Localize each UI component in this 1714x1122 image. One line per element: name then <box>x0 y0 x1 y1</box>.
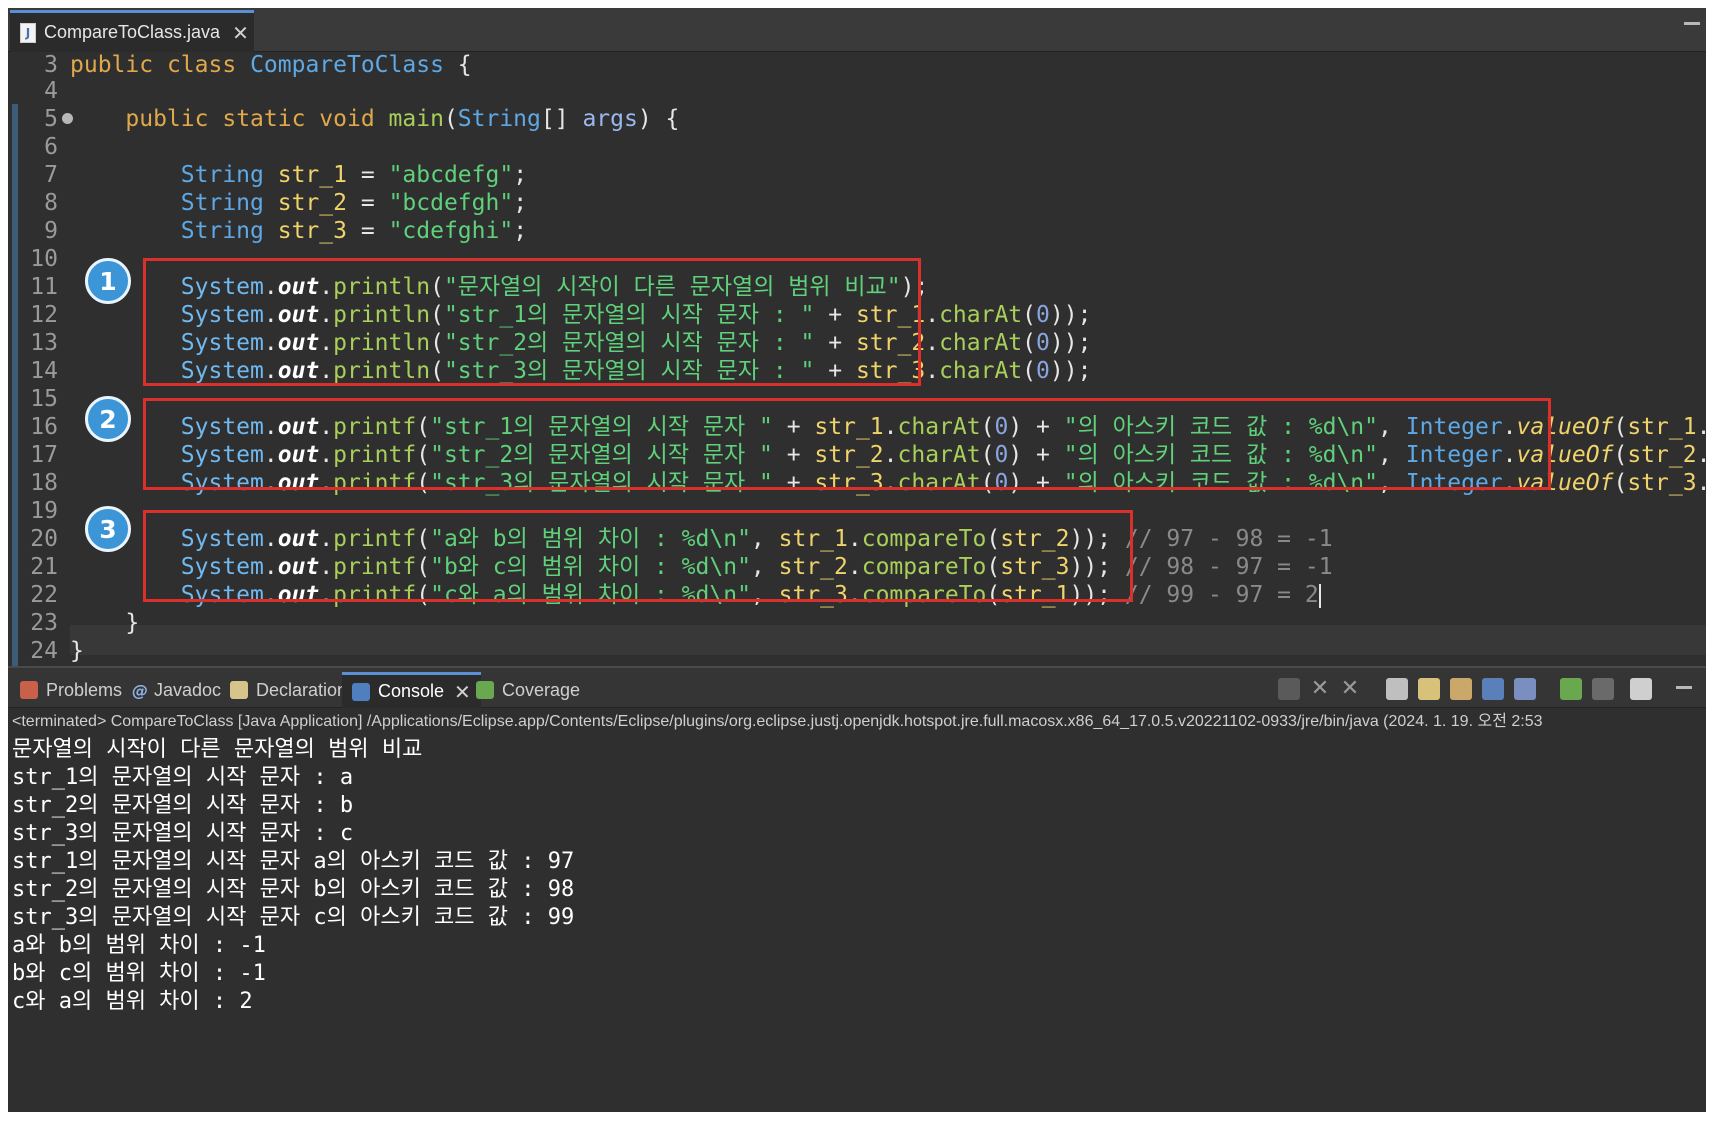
line-number: 18 <box>30 470 58 496</box>
line-number: 11 <box>30 274 58 300</box>
javadoc-icon: @ <box>132 681 148 700</box>
close-icon[interactable]: ✕ <box>232 21 249 45</box>
line-number: 6 <box>44 134 58 160</box>
word-wrap-icon[interactable] <box>1450 678 1472 700</box>
line-number: 14 <box>30 358 58 384</box>
problems-icon <box>20 681 38 699</box>
minimize-icon[interactable] <box>1684 22 1700 25</box>
line-number: 24 <box>30 638 58 664</box>
code-line-23: } <box>125 610 140 636</box>
code-line-3: public class CompareToClass { <box>70 52 472 78</box>
line-number: 7 <box>44 162 58 188</box>
line-number: 16 <box>30 414 58 440</box>
console-line: str_2의 문자열의 시작 문자 : b <box>12 793 354 818</box>
code-line-5: public static void main(String[] args) { <box>125 106 680 132</box>
console-status-line: <terminated> CompareToClass [Java Applic… <box>12 713 1543 730</box>
console-line: b와 c의 범위 차이 : -1 <box>12 961 266 986</box>
remove-launch-icon[interactable]: ✕ <box>1308 676 1332 702</box>
console-output[interactable]: <terminated> CompareToClass [Java Applic… <box>8 708 1706 1112</box>
tab-problems[interactable]: Problems <box>14 672 128 708</box>
step-badge-1: 1 <box>85 258 131 304</box>
display-console-icon[interactable] <box>1592 678 1614 700</box>
console-line: str_3의 문자열의 시작 문자 c의 아스키 코드 값 : 99 <box>12 905 575 930</box>
line-number: 22 <box>30 582 58 608</box>
line-number: 12 <box>30 302 58 328</box>
highlight-box-2 <box>143 398 1551 490</box>
line-number: 15 <box>30 386 58 412</box>
console-icon <box>352 682 370 701</box>
line-number: 19 <box>30 498 58 524</box>
open-console-icon[interactable] <box>1630 678 1652 700</box>
text-caret <box>1318 583 1321 608</box>
editor-tab-title: CompareToClass.java <box>44 22 221 42</box>
code-editor[interactable]: 3 4 5 6 7 8 9 10 11 12 13 14 15 16 17 18… <box>8 52 1706 714</box>
line-number: 23 <box>30 610 58 636</box>
console-line: c와 a의 범위 차이 : 2 <box>12 989 253 1014</box>
code-line-7: String str_1 = "abcdefg"; <box>180 162 528 188</box>
line-number-gutter: 3 4 5 6 7 8 9 10 11 12 13 14 15 16 17 18… <box>18 52 73 714</box>
step-badge-2: 2 <box>85 396 131 442</box>
highlight-box-3 <box>143 510 1133 602</box>
line-number: 13 <box>30 330 58 356</box>
declaration-icon <box>230 681 248 699</box>
close-icon[interactable]: ✕ <box>454 680 471 704</box>
tab-javadoc[interactable]: @ Javadoc <box>126 672 227 708</box>
panel-tab-bar: Problems @ Javadoc Declaration Console ✕… <box>8 666 1706 708</box>
pin-console-icon[interactable] <box>1560 678 1582 700</box>
line-number: 10 <box>30 246 58 272</box>
terminate-icon[interactable] <box>1278 678 1300 700</box>
coverage-icon <box>476 681 494 699</box>
line-number: 9 <box>44 218 58 244</box>
console-line: str_2의 문자열의 시작 문자 b의 아스키 코드 값 : 98 <box>12 877 575 902</box>
show-on-stdout-icon[interactable] <box>1482 678 1504 700</box>
remove-all-terminated-icon[interactable]: ✕ <box>1338 676 1362 702</box>
clear-console-icon[interactable] <box>1386 678 1408 700</box>
code-line-24: } <box>70 638 84 664</box>
eclipse-window: J CompareToClass.java ✕ 3 4 5 6 7 8 9 10… <box>8 8 1706 1112</box>
console-line: a와 b의 범위 차이 : -1 <box>12 933 266 958</box>
code-line-8: String str_2 = "bcdefgh"; <box>180 190 528 216</box>
scroll-lock-icon[interactable] <box>1418 678 1440 700</box>
show-on-stderr-icon[interactable] <box>1514 678 1536 700</box>
line-number: 4 <box>44 78 58 104</box>
line-number: 20 <box>30 526 58 552</box>
line-number: 8 <box>44 190 58 216</box>
step-badge-3: 3 <box>85 506 131 552</box>
console-line: str_1의 문자열의 시작 문자 : a <box>12 765 354 790</box>
console-line: str_3의 문자열의 시작 문자 : c <box>12 821 354 846</box>
console-line: 문자열의 시작이 다른 문자열의 범위 비교 <box>12 737 423 762</box>
minimize-icon[interactable] <box>1676 686 1692 689</box>
code-line-9: String str_3 = "cdefghi"; <box>180 218 528 244</box>
tab-declaration[interactable]: Declaration <box>224 672 353 708</box>
current-line-highlight <box>70 625 1706 655</box>
tab-console[interactable]: Console ✕ <box>342 672 481 708</box>
console-line: str_1의 문자열의 시작 문자 a의 아스키 코드 값 : 97 <box>12 849 575 874</box>
tab-coverage[interactable]: Coverage <box>470 672 586 708</box>
highlight-box-1 <box>143 258 921 386</box>
line-number: 21 <box>30 554 58 580</box>
editor-tab-comparetoclass[interactable]: J CompareToClass.java ✕ <box>10 10 254 52</box>
java-file-icon: J <box>20 22 36 43</box>
editor-tab-bar: J CompareToClass.java ✕ <box>8 8 1706 52</box>
line-number: 17 <box>30 442 58 468</box>
line-number: 5 <box>44 106 58 132</box>
